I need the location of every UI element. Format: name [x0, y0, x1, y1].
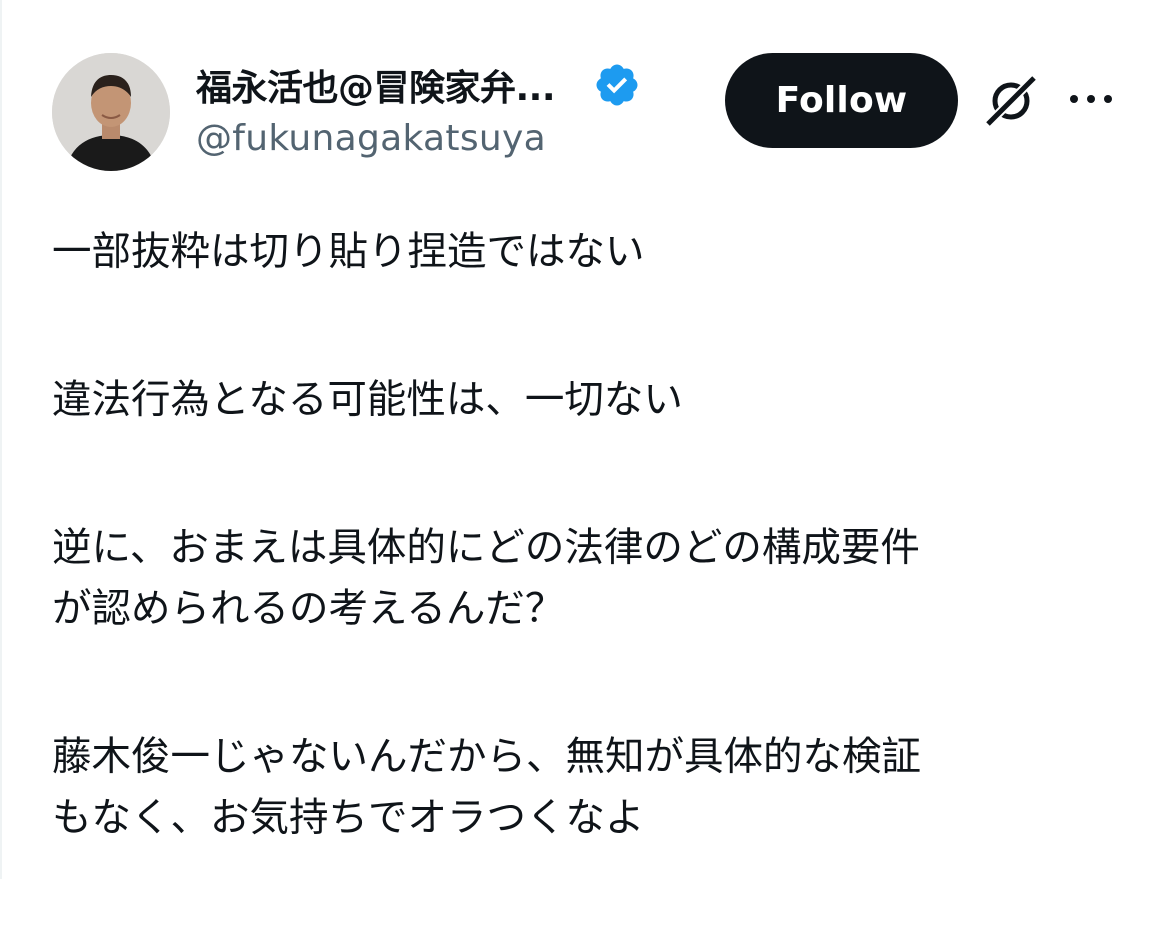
avatar-photo: [52, 53, 170, 171]
tweet-paragraph: 藤木俊一じゃないんだから、無知が具体的な検証 もなく、お気持ちでオラつくなよ: [52, 727, 1132, 849]
tweet-line: もなく、お気持ちでオラつくなよ: [52, 795, 645, 841]
more-options-icon[interactable]: [1068, 88, 1114, 110]
tweet-line: 逆に、おまえは具体的にどの法律のどの構成要件: [52, 525, 920, 571]
tweet-paragraph: 違法行為となる可能性は、一切ない: [52, 370, 1132, 431]
tweet-line: が認められるの考えるんだ？: [52, 586, 565, 632]
follow-button[interactable]: Follow: [725, 53, 958, 148]
tweet-text: 一部抜粋は切り貼り捏造ではない 違法行為となる可能性は、一切ない 逆に、おまえは…: [52, 222, 1132, 936]
tweet-paragraph: 一部抜粋は切り貼り捏造ではない: [52, 222, 1132, 283]
author-display-name[interactable]: 福永活也@冒険家弁...: [196, 59, 555, 111]
tweet-line: 一部抜粋は切り貼り捏造ではない: [52, 229, 645, 275]
timeline-border: [0, 0, 2, 879]
author-handle[interactable]: @fukunagakatsuya: [196, 118, 546, 159]
author-name-row[interactable]: 福永活也@冒険家弁...: [196, 60, 641, 110]
grok-icon[interactable]: [982, 72, 1040, 130]
tweet-line: 藤木俊一じゃないんだから、無知が具体的な検証: [52, 734, 921, 780]
verified-badge-icon[interactable]: [593, 61, 641, 109]
tweet-paragraph: 逆に、おまえは具体的にどの法律のどの構成要件 が認められるの考えるんだ？: [52, 518, 1132, 640]
tweet-line: 違法行為となる可能性は、一切ない: [52, 377, 683, 423]
avatar[interactable]: [52, 53, 170, 171]
